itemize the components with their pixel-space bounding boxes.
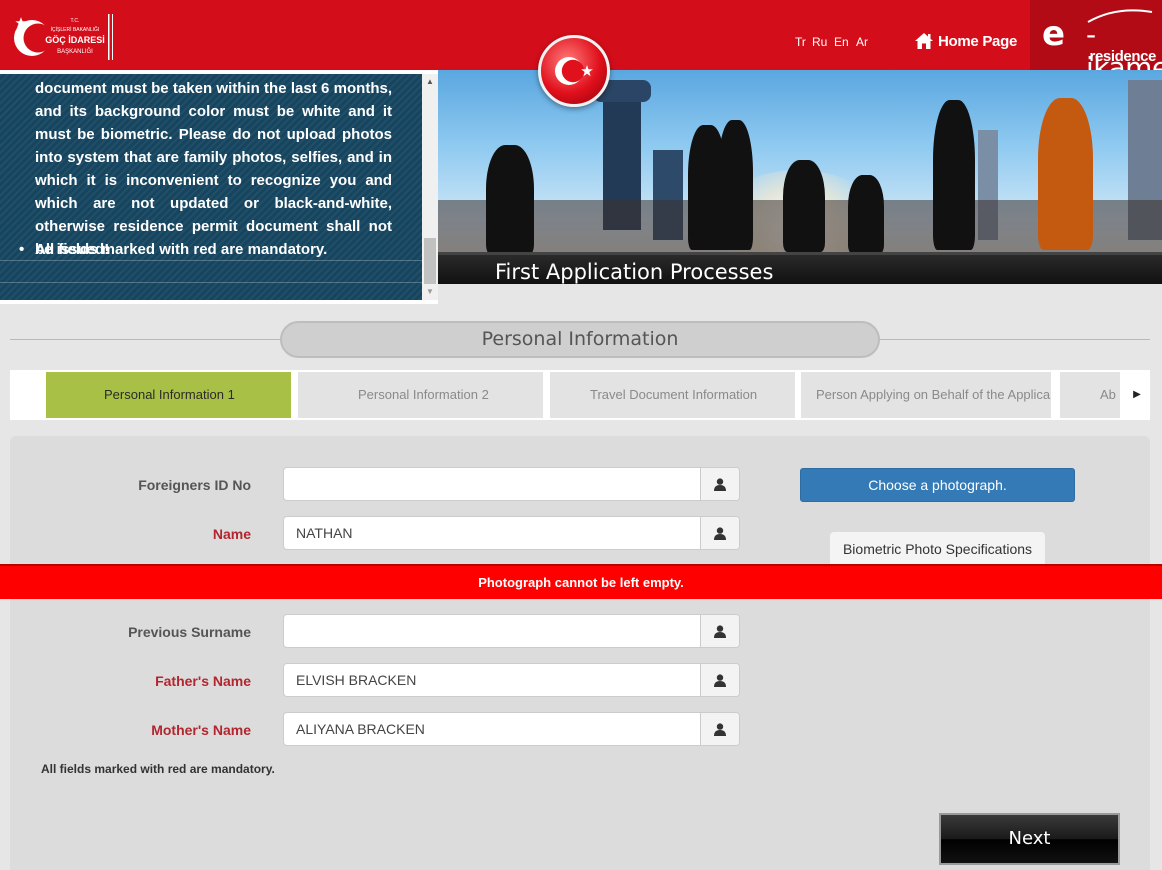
mothers-name-field[interactable] [283, 712, 740, 746]
banner-caption: First Application Processes [438, 252, 1162, 284]
fathers-name-input[interactable] [284, 664, 700, 696]
choose-photograph-button[interactable]: Choose a photograph. [800, 468, 1075, 502]
lang-en-link[interactable]: En [834, 35, 849, 49]
user-icon [700, 517, 739, 549]
scroll-down-icon[interactable]: ▼ [422, 284, 438, 300]
user-icon [700, 468, 739, 500]
logo-line-1: T.C. [71, 18, 80, 24]
step-label: Travel Document Information [590, 387, 758, 402]
logo-line-2: İÇİŞLERİ BAKANLIĞI [51, 26, 100, 33]
wizard-steps: Person Applying on Behalf of the Applica… [10, 370, 1150, 420]
step-travel-document[interactable]: Travel Document Information [550, 372, 795, 418]
lang-tr-link[interactable]: Tr [795, 35, 806, 49]
previous-surname-input[interactable] [284, 615, 700, 647]
step-ab[interactable]: Ab [1060, 372, 1120, 418]
photo-error-message: Photograph cannot be left empty. [0, 564, 1162, 599]
scroll-up-icon[interactable]: ▲ [422, 74, 438, 90]
home-page-label: Home Page [938, 32, 1017, 50]
step-person-applying[interactable]: Person Applying on Behalf of the Applica… [801, 372, 1051, 418]
name-field[interactable] [283, 516, 740, 550]
foreigners-id-label: Foreigners ID No [138, 477, 251, 493]
mothers-name-input[interactable] [284, 713, 700, 745]
brand-residence: residence [1089, 48, 1157, 65]
name-label: Name [212, 526, 251, 542]
previous-surname-field[interactable] [283, 614, 740, 648]
biometric-photo-specifications-button[interactable]: Biometric Photo Specifications [830, 532, 1045, 566]
logo-line-4: BAŞKANLIĞI [57, 48, 93, 55]
fathers-name-label: Father's Name [155, 673, 251, 689]
section-title: Personal Information [280, 321, 880, 358]
step-label: Personal Information 2 [358, 387, 489, 402]
scroll-thumb[interactable] [424, 238, 436, 284]
turkish-flag-icon [538, 35, 610, 107]
chevron-right-icon[interactable]: ▶ [1124, 370, 1150, 420]
next-button[interactable]: Next [939, 813, 1120, 865]
crescent-star-logo-icon: T.C. İÇİŞLERİ BAKANLIĞI GÖÇ İDARESİ BAŞK… [14, 14, 113, 60]
info-scrollbar[interactable]: ▲ ▼ [422, 74, 438, 300]
step-label: Personal Information 1 [104, 387, 235, 402]
banner-title: First Application Processes [495, 260, 774, 284]
home-page-link[interactable]: Home Page [914, 30, 1017, 52]
e-ikamet-brand[interactable]: e -ikamet residence [1030, 0, 1162, 84]
fathers-name-field[interactable] [283, 663, 740, 697]
foreigners-id-input[interactable] [284, 468, 700, 500]
name-input[interactable] [284, 517, 700, 549]
mandatory-bullet-text: All fields marked with red are mandatory… [19, 238, 392, 261]
goc-idaresi-logo[interactable]: T.C. İÇİŞLERİ BAKANLIĞI GÖÇ İDARESİ BAŞK… [12, 12, 116, 64]
step-label: Person Applying on Behalf of the Applica… [816, 387, 1051, 402]
logo-line-3: GÖÇ İDARESİ [45, 35, 105, 45]
previous-surname-label: Previous Surname [128, 624, 251, 640]
foreigners-id-field[interactable] [283, 467, 740, 501]
step-personal-information-2[interactable]: Personal Information 2 [298, 372, 543, 418]
info-panel: document must be taken within the last 6… [0, 70, 438, 304]
lang-ru-link[interactable]: Ru [812, 35, 827, 49]
step-label: Ab [1100, 387, 1116, 402]
home-icon [915, 33, 933, 49]
lang-ar-link[interactable]: Ar [856, 35, 868, 49]
photo-instructions-text: document must be taken within the last 6… [35, 80, 392, 258]
brand-e: e [1042, 14, 1066, 54]
mothers-name-label: Mother's Name [151, 722, 251, 738]
user-icon [700, 713, 739, 745]
user-icon [700, 615, 739, 647]
mandatory-note: All fields marked with red are mandatory… [41, 762, 275, 776]
user-icon [700, 664, 739, 696]
info-panel-content: document must be taken within the last 6… [0, 74, 422, 300]
step-personal-information-1[interactable]: Personal Information 1 [46, 372, 291, 418]
